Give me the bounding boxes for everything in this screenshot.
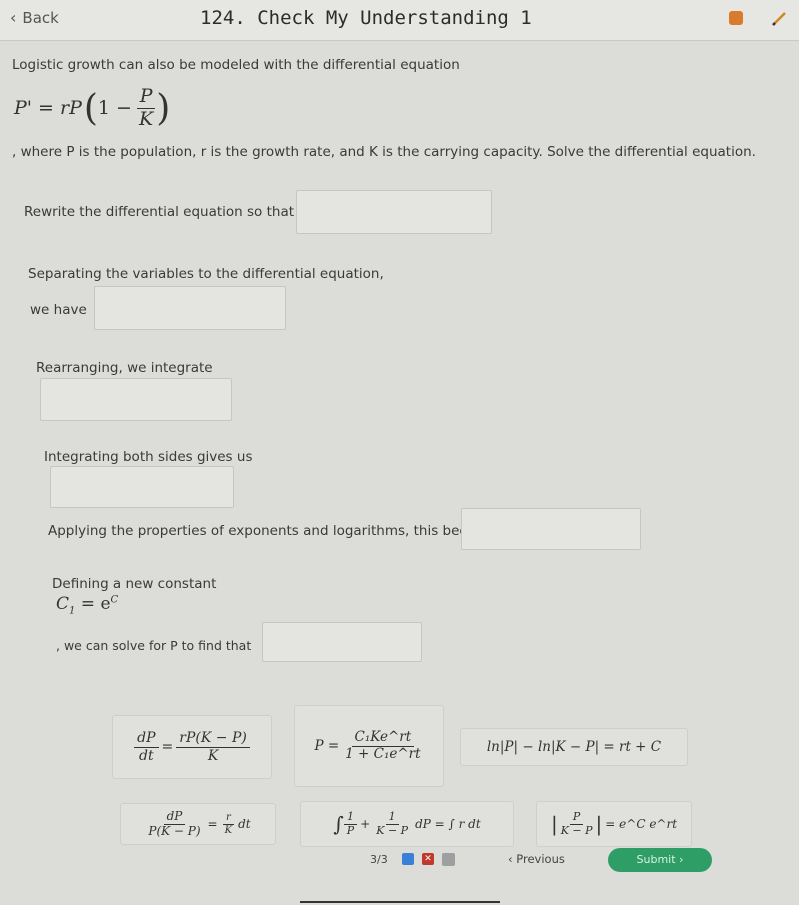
check-answer-icon[interactable]: [402, 853, 414, 865]
step-we-have-label: we have: [30, 302, 87, 318]
page-title: 124. Check My Understanding 1: [200, 7, 532, 29]
top-bar: ‹ Back 124. Check My Understanding 1: [0, 0, 799, 41]
previous-button[interactable]: ‹ Previous: [508, 852, 565, 866]
step-applying-label: Applying the properties of exponents and…: [48, 523, 504, 539]
step-solve-label: , we can solve for P to find that: [56, 638, 252, 653]
answer-tile-2[interactable]: P = C₁Ke^rt 1 + C₁e^rt: [294, 705, 444, 787]
step-rewrite-label: Rewrite the differential equation so tha…: [24, 204, 295, 220]
problem-intro: Logistic growth can also be modeled with…: [12, 57, 460, 73]
pencil-icon[interactable]: [770, 10, 788, 28]
answer-tile-5[interactable]: ∫ 1P + 1K − P dP = ∫ r dt: [300, 801, 514, 847]
step-defining-label: Defining a new constant: [52, 576, 217, 592]
clear-answer-icon[interactable]: ✕: [422, 853, 434, 865]
problem-description: , where P is the population, r is the gr…: [12, 144, 756, 160]
step-rearranging-label: Rearranging, we integrate: [36, 360, 213, 376]
p-over-k: P K: [136, 85, 156, 131]
drop-box-5[interactable]: [461, 508, 641, 550]
answer-tile-6[interactable]: | PK − P | = e^C e^rt: [536, 801, 692, 847]
answer-tile-4[interactable]: dP P(K − P) = rK dt: [120, 803, 276, 845]
back-button[interactable]: ‹ Back: [10, 8, 59, 27]
chevron-left-icon: ‹: [10, 8, 17, 27]
drop-box-1[interactable]: [296, 190, 492, 234]
chevron-right-icon: ›: [679, 853, 684, 866]
step-separating-label: Separating the variables to the differen…: [28, 266, 384, 282]
step-integrating-label: Integrating both sides gives us: [44, 449, 253, 465]
drop-box-4[interactable]: [50, 466, 234, 508]
logistic-equation: P' = rP ( 1 − P K ): [14, 84, 171, 131]
drop-box-6[interactable]: [262, 622, 422, 662]
drop-box-3[interactable]: [40, 378, 232, 421]
submit-button[interactable]: Submit ›: [608, 848, 712, 872]
notebook-icon[interactable]: [729, 11, 743, 25]
answer-tile-1[interactable]: dP dt = rP(K − P) K: [112, 715, 272, 779]
page-indicator: 3/3: [370, 853, 388, 866]
blank-status-icon[interactable]: [442, 853, 455, 866]
new-constant-definition: C1 = eC: [56, 594, 119, 617]
drop-box-2[interactable]: [94, 286, 286, 330]
answer-tile-3[interactable]: ln|P| − ln|K − P| = rt + C: [460, 728, 688, 766]
home-indicator: [300, 901, 500, 903]
